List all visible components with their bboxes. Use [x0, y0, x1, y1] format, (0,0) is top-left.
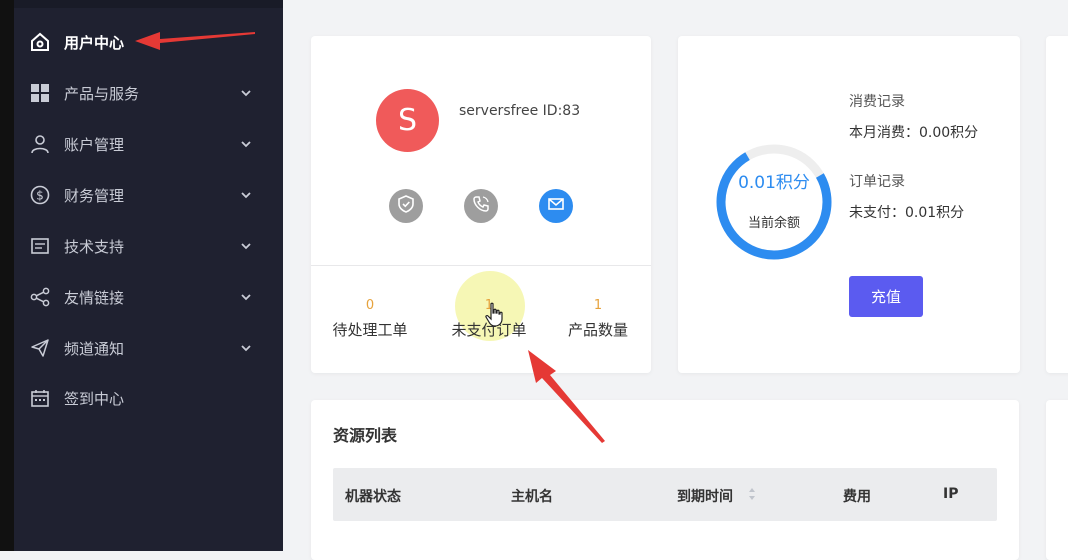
stat-pending-tickets[interactable]: 0 待处理工单 [315, 298, 425, 340]
svg-text:$: $ [36, 189, 44, 203]
sidebar-edge [0, 0, 14, 551]
user-icon [30, 134, 50, 154]
annotation-arrow [135, 32, 255, 50]
shield-icon [397, 195, 415, 217]
email-verify-button[interactable] [539, 189, 573, 223]
stat-value: 1 [593, 298, 603, 313]
chevron-down-icon [241, 243, 251, 250]
sidebar-item-finance[interactable]: $ 财务管理 [30, 180, 260, 210]
stat-value: 0 [365, 298, 375, 313]
sidebar-item-label: 账户管理 [64, 135, 125, 154]
chevron-down-icon [241, 192, 251, 199]
balance-label: 当前余额 [747, 216, 800, 231]
sidebar-item-checkin[interactable]: 签到中心 [30, 383, 260, 413]
security-verify-button[interactable] [389, 189, 423, 223]
column-header[interactable]: 机器状态 [345, 486, 401, 506]
sort-icon[interactable] [747, 486, 757, 502]
card-divider [311, 265, 651, 266]
order-title: 订单记录 [849, 174, 905, 190]
share-icon [30, 287, 50, 307]
sidebar-item-label: 财务管理 [64, 186, 125, 205]
chevron-down-icon [241, 294, 251, 301]
sidebar-item-notifications[interactable]: 频道通知 [30, 333, 260, 363]
hand-cursor-icon [485, 302, 503, 327]
sidebar: 用户中心 产品与服务 账户管理 $ 财务管理 技术支持 友情链接 频道通知 签到… [0, 0, 283, 551]
stat-product-count[interactable]: 1 产品数量 [543, 298, 653, 340]
main-content: S serversfree ID:83 0 待处理工单 1 未支付订单 1 产品… [283, 0, 1068, 560]
sidebar-item-label: 友情链接 [64, 288, 125, 307]
recharge-button[interactable]: 充值 [849, 276, 923, 317]
chevron-down-icon [241, 90, 251, 97]
sidebar-item-products[interactable]: 产品与服务 [30, 78, 260, 108]
column-header[interactable]: IP [943, 486, 958, 502]
balance-card: 0.01积分 当前余额 消费记录 本月消费：0.00积分 订单记录 未支付：0.… [678, 36, 1020, 373]
order-text: 未支付：0.01积分 [849, 205, 965, 221]
table-header: 机器状态 主机名 到期时间 费用 IP [333, 468, 997, 521]
calendar-icon [30, 388, 50, 408]
sidebar-item-label: 用户中心 [64, 33, 125, 52]
annotation-arrow [528, 350, 605, 443]
sidebar-item-account[interactable]: 账户管理 [30, 129, 260, 159]
chevron-down-icon [241, 141, 251, 148]
consumption-text: 本月消费：0.00积分 [849, 125, 979, 141]
document-icon [30, 236, 50, 256]
resource-list-card: 资源列表 机器状态 主机名 到期时间 费用 IP [311, 400, 1019, 560]
phone-icon [472, 195, 490, 217]
sidebar-item-links[interactable]: 友情链接 [30, 282, 260, 312]
avatar: S [376, 89, 439, 152]
username-id: serversfree ID:83 [459, 103, 581, 119]
dollar-icon: $ [30, 185, 50, 205]
stat-label: 产品数量 [567, 321, 628, 339]
partial-card [1046, 36, 1068, 373]
column-header[interactable]: 主机名 [511, 486, 553, 506]
sidebar-item-support[interactable]: 技术支持 [30, 231, 260, 261]
home-icon [30, 32, 50, 52]
sidebar-item-label: 频道通知 [64, 339, 125, 358]
sidebar-top-strip [0, 0, 283, 8]
consumption-title: 消费记录 [849, 94, 905, 110]
sidebar-item-label: 技术支持 [64, 237, 125, 256]
stat-label: 待处理工单 [332, 321, 408, 339]
sidebar-item-label: 产品与服务 [64, 84, 140, 103]
sidebar-item-label: 签到中心 [64, 389, 125, 408]
balance-ring [716, 144, 832, 260]
chevron-down-icon [241, 345, 251, 352]
column-header[interactable]: 到期时间 [677, 486, 733, 506]
mail-icon [547, 195, 565, 217]
partial-card [1046, 400, 1068, 560]
column-header[interactable]: 费用 [843, 486, 871, 506]
send-icon [30, 338, 50, 358]
grid-icon [30, 83, 50, 103]
resource-list-title: 资源列表 [333, 426, 398, 445]
phone-verify-button[interactable] [464, 189, 498, 223]
balance-value: 0.01积分 [738, 173, 810, 193]
profile-card: S serversfree ID:83 0 待处理工单 1 未支付订单 1 产品… [311, 36, 651, 373]
